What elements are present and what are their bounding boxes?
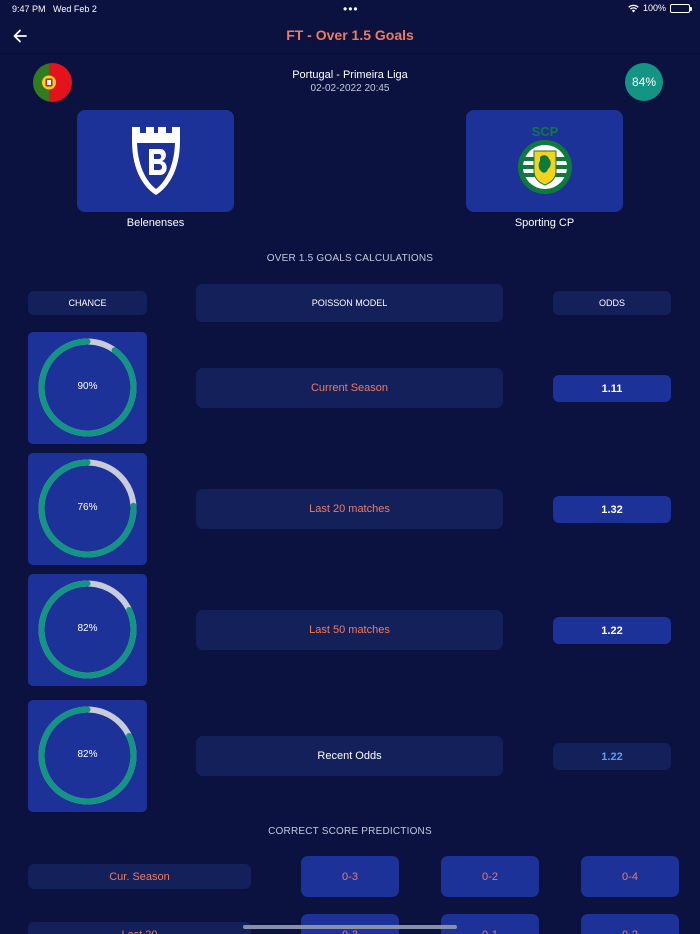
correct-score-section-title: CORRECT SCORE PREDICTIONS	[268, 826, 432, 837]
cs-score-pill[interactable]: 0-3	[301, 856, 399, 897]
sporting-crest-icon: SCP	[517, 124, 572, 194]
match-datetime: 02-02-2022 20:45	[310, 83, 390, 94]
model-recent-odds[interactable]: Recent Odds	[196, 736, 503, 776]
page-title: FT - Over 1.5 Goals	[286, 27, 414, 43]
battery-icon	[670, 3, 692, 13]
odds-last-50: 1.22	[553, 617, 671, 644]
match-header: Portugal - Primeira Liga 02-02-2022 20:4…	[0, 60, 700, 104]
navigation-bar: FT - Over 1.5 Goals	[0, 18, 700, 54]
cs-row-label: Cur. Season	[28, 864, 251, 889]
home-team-logo[interactable]	[77, 110, 234, 212]
status-bar: 9:47 PM Wed Feb 2 ••• 100%	[0, 0, 700, 18]
odds-last-20: 1.32	[553, 496, 671, 523]
league-name: Portugal - Primeira Liga	[292, 69, 408, 81]
model-column-header: POISSON MODEL	[196, 284, 503, 322]
model-last-20[interactable]: Last 20 matches	[196, 489, 503, 529]
chance-column-header: CHANCE	[28, 291, 147, 315]
odds-recent: 1.22	[553, 743, 671, 770]
chance-gauge-last-50: 82%	[28, 574, 147, 686]
svg-text:SCP: SCP	[531, 124, 558, 139]
probability-badge: 84%	[625, 63, 663, 101]
cs-score-pill[interactable]: 0-1	[441, 914, 539, 934]
model-current-season[interactable]: Current Season	[196, 368, 503, 408]
away-team-name: Sporting CP	[514, 217, 575, 229]
chance-gauge-last-20: 76%	[28, 453, 147, 565]
cs-score-pill[interactable]: 0-2	[441, 856, 539, 897]
cs-score-pill[interactable]: 0-4	[581, 856, 679, 897]
chance-percent: 82%	[77, 623, 98, 634]
status-time: 9:47 PM Wed Feb 2	[12, 4, 97, 14]
model-last-50[interactable]: Last 50 matches	[196, 610, 503, 650]
home-indicator[interactable]	[243, 925, 457, 929]
odds-column-header: ODDS	[553, 291, 671, 315]
chance-percent: 82%	[77, 749, 98, 760]
cs-score-pill[interactable]: 0-2	[581, 914, 679, 934]
home-team-name: Belenenses	[126, 217, 185, 229]
chance-percent: 90%	[77, 381, 98, 392]
calculations-section-title: OVER 1.5 GOALS CALCULATIONS	[266, 253, 434, 264]
status-right: 100%	[628, 3, 692, 13]
chance-gauge-current-season: 90%	[28, 332, 147, 444]
chance-percent: 76%	[77, 502, 98, 513]
multitasking-dots-icon[interactable]: •••	[343, 2, 359, 16]
odds-current-season: 1.11	[553, 375, 671, 402]
battery-percent: 100%	[642, 3, 666, 13]
cs-row-label: Last 20	[28, 922, 251, 934]
cs-score-pill[interactable]: 0-3	[301, 914, 399, 934]
chance-gauge-recent-odds: 82%	[28, 700, 147, 812]
wifi-icon	[628, 4, 639, 12]
away-team-logo[interactable]: SCP	[466, 110, 623, 212]
belenenses-crest-icon	[131, 127, 180, 195]
